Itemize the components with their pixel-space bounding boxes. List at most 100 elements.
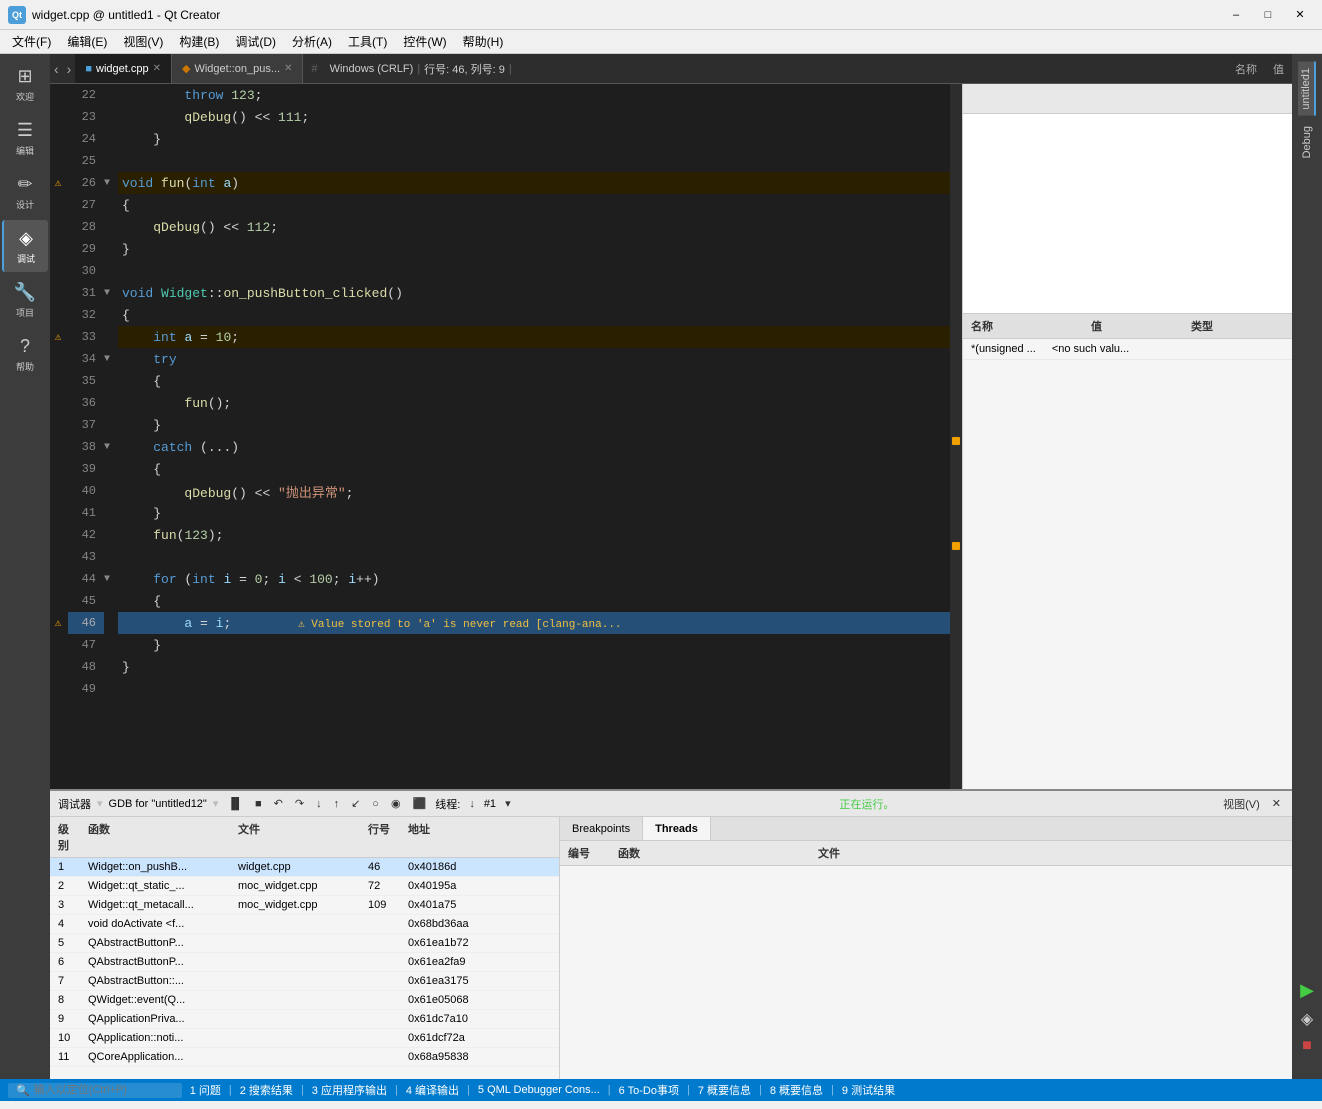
- dbg-btn-2[interactable]: ■: [252, 797, 265, 811]
- menu-build[interactable]: 构建(B): [171, 31, 227, 52]
- stack-row-9[interactable]: 9 QApplicationPriva... 0x61dc7a10: [50, 1010, 559, 1029]
- thread-label: 线程:: [435, 796, 460, 812]
- menu-view[interactable]: 视图(V): [115, 31, 171, 52]
- gutter-30: [50, 260, 68, 282]
- stack-row-10[interactable]: 10 QApplication::noti... 0x61dcf72a: [50, 1029, 559, 1048]
- stack-cell-fn-9: QApplicationPriva...: [80, 1012, 230, 1026]
- code-line-28: 28 qDebug() << 112;: [50, 216, 950, 238]
- tab-widget-cpp[interactable]: ■ widget.cpp ✕: [75, 54, 172, 83]
- search-input[interactable]: [34, 1084, 174, 1096]
- sidebar-item-welcome[interactable]: ⊞ 欢迎: [2, 58, 48, 110]
- scroll-marker-2: [952, 542, 960, 550]
- stack-cell-file-9: [230, 1012, 360, 1026]
- dbg-btn-continue[interactable]: ↑: [331, 797, 343, 811]
- sidebar-item-project[interactable]: 🔧 项目: [2, 274, 48, 326]
- minimize-button[interactable]: –: [1222, 5, 1250, 25]
- close-panel-btn[interactable]: ✕: [1269, 796, 1284, 811]
- content-25: [118, 150, 950, 172]
- tab-back-button[interactable]: ‹: [50, 61, 63, 77]
- stack-row-2[interactable]: 2 Widget::qt_static_... moc_widget.cpp 7…: [50, 877, 559, 896]
- stack-row-11[interactable]: 11 QCoreApplication... 0x68a95838: [50, 1048, 559, 1067]
- dbg-btn-stop[interactable]: ⬛: [410, 796, 430, 811]
- tab-widget-on-push[interactable]: ◆ Widget::on_pus... ✕: [172, 54, 303, 83]
- menu-analyze[interactable]: 分析(A): [284, 31, 340, 52]
- status-item-problems[interactable]: 1 问题: [190, 1082, 221, 1098]
- menu-help[interactable]: 帮助(H): [455, 31, 512, 52]
- project-sidebar-untitled1[interactable]: untitled1: [1298, 62, 1316, 116]
- status-item-search[interactable]: 2 搜索结果: [240, 1082, 293, 1098]
- threads-headers: 编号 函数 文件: [560, 841, 1292, 866]
- sidebar-label-debug: 调试: [17, 252, 35, 265]
- code-line-26: ⚠ 26 ▼ void fun(int a): [50, 172, 950, 194]
- help-icon: ?: [20, 336, 30, 357]
- arrow-25: [104, 150, 118, 172]
- status-item-tests[interactable]: 9 测试结果: [842, 1082, 895, 1098]
- tab-breakpoints[interactable]: Breakpoints: [560, 817, 643, 840]
- dbg-btn-toggle-bp[interactable]: ◉: [388, 796, 404, 811]
- stack-row-7[interactable]: 7 QAbstractButton::... 0x61ea3175: [50, 972, 559, 991]
- code-line-27: 27 {: [50, 194, 950, 216]
- code-editor[interactable]: 22 throw 123; 23 qDebug() << 111;: [50, 84, 950, 789]
- status-item-appoutput[interactable]: 3 应用程序输出: [312, 1082, 387, 1098]
- gutter-28: [50, 216, 68, 238]
- dbg-btn-step-into[interactable]: ↷: [292, 796, 307, 811]
- sidebar-item-design[interactable]: ✏ 设计: [2, 166, 48, 218]
- dbg-btn-1[interactable]: ▐▌: [224, 797, 246, 811]
- search-bar[interactable]: 🔍: [8, 1083, 182, 1098]
- maximize-button[interactable]: □: [1254, 5, 1282, 25]
- project-sidebar-debug[interactable]: Debug: [1299, 120, 1315, 164]
- dbg-btn-step-out[interactable]: ↓: [313, 797, 325, 811]
- dbg-btn-run-to[interactable]: ↙: [348, 796, 363, 811]
- edit-icon: ☰: [17, 120, 33, 141]
- tab-close-cpp[interactable]: ✕: [153, 63, 161, 74]
- threads-content: [560, 866, 1292, 1079]
- menu-tools[interactable]: 工具(T): [340, 31, 395, 52]
- linenum-41: 41: [68, 502, 104, 524]
- dbg-thread-down[interactable]: ↓: [466, 797, 478, 811]
- dbg-btn-step-over[interactable]: ↶: [271, 796, 286, 811]
- stack-row-1[interactable]: 1 Widget::on_pushB... widget.cpp 46 0x40…: [50, 858, 559, 877]
- sidebar-label-help: 帮助: [16, 360, 34, 373]
- menu-file[interactable]: 文件(F): [4, 31, 59, 52]
- menu-edit[interactable]: 编辑(E): [59, 31, 115, 52]
- sidebar-label-design: 设计: [16, 198, 34, 211]
- stack-headers: 级别 函数 文件 行号 地址: [50, 817, 559, 858]
- stack-row-8[interactable]: 8 QWidget::event(Q... 0x61e05068: [50, 991, 559, 1010]
- code-line-41: 41 }: [50, 502, 950, 524]
- sidebar-item-debug[interactable]: ◈ 调试: [2, 220, 48, 272]
- tab-threads[interactable]: Threads: [643, 817, 711, 840]
- stack-row-3[interactable]: 3 Widget::qt_metacall... moc_widget.cpp …: [50, 896, 559, 915]
- code-line-45: 45 {: [50, 590, 950, 612]
- status-item-overview2[interactable]: 8 概要信息: [770, 1082, 823, 1098]
- stack-row-4[interactable]: 4 void doActivate <f... 0x68bd36aa: [50, 915, 559, 934]
- dbg-thread-select[interactable]: ▾: [502, 796, 514, 811]
- stack-row-5[interactable]: 5 QAbstractButtonP... 0x61ea1b72: [50, 934, 559, 953]
- sidebar-item-edit[interactable]: ☰ 编辑: [2, 112, 48, 164]
- linenum-49: 49: [68, 678, 104, 700]
- status-item-todo[interactable]: 6 To-Do事项: [619, 1082, 679, 1098]
- gutter-22: [50, 84, 68, 106]
- status-item-compile[interactable]: 4 编译输出: [406, 1082, 459, 1098]
- stack-row-6[interactable]: 6 QAbstractButtonP... 0x61ea2fa9: [50, 953, 559, 972]
- titlebar: Qt widget.cpp @ untitled1 - Qt Creator –…: [0, 0, 1322, 30]
- content-26: void fun(int a): [118, 172, 950, 194]
- tab-label-onpush: Widget::on_pus...: [194, 63, 280, 75]
- dbg-btn-breakpoint[interactable]: ○: [369, 797, 382, 811]
- debug-run-button[interactable]: ◈: [1297, 1005, 1317, 1033]
- view-button[interactable]: 视图(V): [1220, 795, 1263, 813]
- linenum-25: 25: [68, 150, 104, 172]
- run-button[interactable]: ▶: [1296, 976, 1318, 1005]
- content-27: {: [118, 194, 950, 216]
- tab-forward-button[interactable]: ›: [63, 61, 76, 77]
- menu-debug[interactable]: 调试(D): [227, 31, 284, 52]
- stack-cell-level-8: 8: [50, 993, 80, 1007]
- stack-cell-addr-1: 0x40186d: [400, 860, 464, 874]
- stack-cell-line-9: [360, 1012, 400, 1026]
- stop-button[interactable]: ■: [1298, 1033, 1316, 1059]
- tab-close-onpush[interactable]: ✕: [284, 63, 292, 74]
- sidebar-item-help[interactable]: ? 帮助: [2, 328, 48, 380]
- menu-controls[interactable]: 控件(W): [395, 31, 454, 52]
- close-button[interactable]: ✕: [1286, 5, 1314, 25]
- status-item-overview[interactable]: 7 概要信息: [698, 1082, 751, 1098]
- status-item-qml[interactable]: 5 QML Debugger Cons...: [478, 1084, 600, 1096]
